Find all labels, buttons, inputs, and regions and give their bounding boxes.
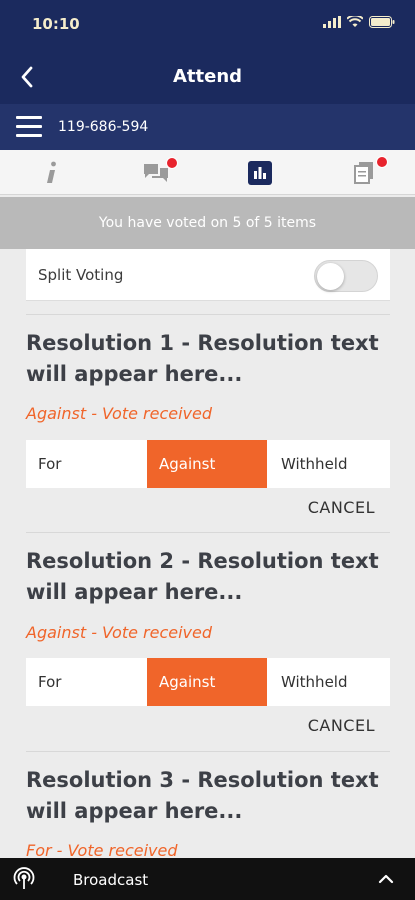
- resolution-3-status: For - Vote received: [26, 841, 178, 858]
- split-voting-label: Split Voting: [38, 266, 124, 284]
- resolution-title-line: will appear here...: [26, 799, 243, 823]
- resolutions-list[interactable]: Split Voting Resolution 1 - Resolution t…: [0, 249, 415, 858]
- split-voting-row: Split Voting: [26, 249, 390, 301]
- chat-notification-badge: [166, 157, 178, 169]
- signal-icon: [323, 16, 341, 28]
- meeting-bar: 119-686-594: [0, 104, 415, 150]
- resolution-2-vote-options: For Against Withheld: [26, 658, 390, 706]
- split-voting-toggle[interactable]: [314, 260, 378, 292]
- toggle-knob: [317, 263, 344, 290]
- resolution-3-title: Resolution 3 - Resolution text will appe…: [26, 765, 396, 827]
- divider: [26, 532, 390, 533]
- vote-for-button[interactable]: For: [26, 440, 147, 488]
- resolution-2-title: Resolution 2 - Resolution text will appe…: [26, 546, 396, 608]
- status-time: 10:10: [32, 15, 80, 33]
- resolution-title-line: Resolution 2 - Resolution text: [26, 549, 379, 573]
- resolution-2-cancel-button[interactable]: CANCEL: [308, 716, 375, 735]
- nav-bar: Attend: [0, 50, 415, 104]
- divider: [26, 751, 390, 752]
- meeting-id: 119-686-594: [58, 119, 149, 135]
- vote-withheld-button[interactable]: Withheld: [267, 440, 390, 488]
- voting-chart-icon: [248, 160, 272, 185]
- tab-bar: [0, 150, 415, 195]
- resolution-title-line: Resolution 1 - Resolution text: [26, 331, 379, 355]
- chat-icon: [144, 163, 168, 182]
- menu-button[interactable]: [16, 116, 42, 138]
- vote-for-button[interactable]: For: [26, 658, 147, 706]
- wifi-icon: [347, 16, 363, 27]
- chevron-up-icon[interactable]: [377, 870, 395, 888]
- resolution-title-line: Resolution 3 - Resolution text: [26, 768, 379, 792]
- resolution-1-cancel-button[interactable]: CANCEL: [308, 498, 375, 517]
- hamburger-line: [16, 125, 42, 128]
- vote-against-button[interactable]: Against: [147, 658, 267, 706]
- page-title: Attend: [172, 66, 243, 87]
- info-icon: [47, 161, 56, 183]
- divider: [26, 314, 390, 315]
- tab-chat[interactable]: [104, 150, 208, 195]
- tab-documents[interactable]: [312, 150, 415, 195]
- tab-voting[interactable]: [208, 150, 312, 195]
- tab-info[interactable]: [0, 150, 104, 195]
- broadcast-label: Broadcast: [73, 871, 149, 889]
- resolution-title-line: will appear here...: [26, 580, 243, 604]
- documents-icon: [354, 161, 373, 184]
- status-bar: 10:10: [0, 0, 415, 50]
- hamburger-line: [16, 116, 42, 119]
- resolution-1-status: Against - Vote received: [26, 404, 213, 423]
- vote-progress-text: You have voted on 5 of 5 items: [98, 215, 317, 231]
- resolution-title-line: will appear here...: [26, 362, 243, 386]
- battery-icon: [369, 16, 395, 28]
- resolution-1-title: Resolution 1 - Resolution text will appe…: [26, 328, 396, 390]
- resolution-2-status: Against - Vote received: [26, 623, 213, 642]
- vote-progress-banner: You have voted on 5 of 5 items: [0, 197, 415, 249]
- vote-against-button[interactable]: Against: [147, 440, 267, 488]
- vote-withheld-button[interactable]: Withheld: [267, 658, 390, 706]
- status-icons: [323, 16, 395, 28]
- broadcast-bar[interactable]: Broadcast: [0, 858, 415, 900]
- documents-notification-badge: [376, 156, 388, 168]
- resolution-1-vote-options: For Against Withheld: [26, 440, 390, 488]
- hamburger-line: [16, 134, 42, 137]
- broadcast-icon: [13, 867, 35, 889]
